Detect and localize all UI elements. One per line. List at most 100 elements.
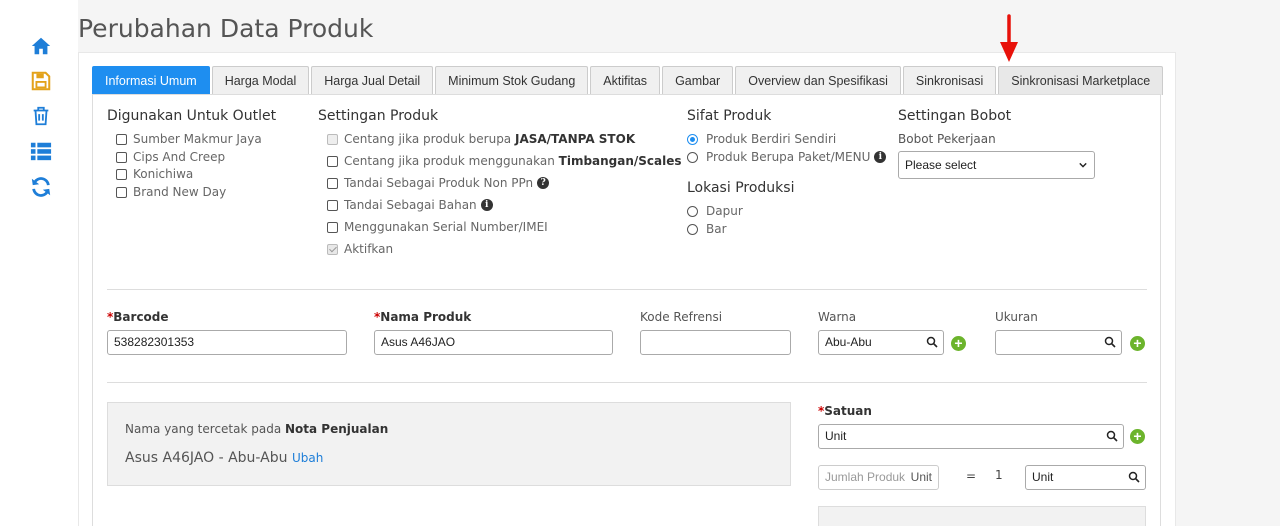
nota-bold: Nota Penjualan: [285, 422, 389, 436]
save-icon[interactable]: [30, 70, 52, 92]
tab-bar: Informasi Umum Harga Modal Harga Jual De…: [92, 66, 1165, 95]
tab-harga-jual-detail[interactable]: Harga Jual Detail: [311, 66, 434, 95]
info-icon[interactable]: i: [874, 151, 887, 163]
list-icon[interactable]: [30, 140, 52, 162]
tab-sinkronisasi[interactable]: Sinkronisasi: [902, 66, 997, 95]
radio[interactable]: [687, 223, 698, 235]
bobot-select[interactable]: Please select: [898, 151, 1095, 179]
sifat-option[interactable]: Produk Berdiri Sendiri: [687, 132, 836, 146]
tab-minimum-stok-gudang[interactable]: Minimum Stok Gudang: [435, 66, 589, 95]
conversion-value: 1: [995, 468, 1003, 482]
outlet-item[interactable]: Cips And Creep: [116, 150, 225, 164]
outlet-heading: Digunakan Untuk Outlet: [107, 108, 277, 124]
bahan-checkbox[interactable]: [327, 199, 338, 211]
radio[interactable]: [687, 205, 698, 217]
jasa-bold: JASA/TANPA STOK: [514, 132, 636, 146]
red-arrow-icon: [1000, 14, 1018, 62]
lokasi-heading: Lokasi Produksi: [687, 180, 795, 196]
ubah-link[interactable]: Ubah: [292, 451, 323, 465]
jumlah-produk-input[interactable]: Jumlah Produk Unit: [818, 465, 939, 490]
add-warna-button[interactable]: +: [951, 336, 966, 351]
sifat-option[interactable]: Produk Berupa Paket/MENU i: [687, 150, 887, 164]
kode-refrensi-label: Kode Refrensi: [640, 310, 723, 324]
outlet-item[interactable]: Brand New Day: [116, 185, 226, 199]
bobot-selected: Please select: [905, 158, 977, 172]
tab-overview-spesifikasi[interactable]: Overview dan Spesifikasi: [735, 66, 901, 95]
serial-checkbox[interactable]: [327, 221, 338, 233]
add-satuan-button[interactable]: +: [1130, 429, 1145, 444]
radio-selected[interactable]: [687, 133, 698, 145]
outlet-label: Sumber Makmur Jaya: [133, 132, 262, 146]
barcode-value: 538282301353: [114, 335, 195, 349]
lokasi-option[interactable]: Dapur: [687, 204, 743, 218]
jumlah-placeholder: Jumlah Produk: [825, 470, 906, 484]
nama-produk-value: Asus A46JAO: [381, 335, 456, 349]
ukuran-input[interactable]: [995, 330, 1122, 355]
tab-aktifitas[interactable]: Aktifitas: [590, 66, 661, 95]
checkbox[interactable]: [116, 151, 127, 163]
add-ukuran-button[interactable]: +: [1130, 336, 1145, 351]
bahan-option[interactable]: Tandai Sebagai Bahan i: [327, 198, 493, 212]
serial-label: Menggunakan Serial Number/IMEI: [344, 220, 548, 234]
help-icon[interactable]: ?: [537, 177, 550, 189]
search-icon[interactable]: [926, 336, 938, 348]
search-icon[interactable]: [1128, 471, 1140, 483]
info-icon[interactable]: i: [480, 199, 493, 211]
tab-sinkronisasi-marketplace[interactable]: Sinkronisasi Marketplace: [998, 66, 1164, 95]
kode-refrensi-input[interactable]: [640, 330, 791, 355]
target-unit-input[interactable]: Unit: [1025, 465, 1146, 490]
equals-sign: =: [966, 469, 977, 483]
tab-gambar[interactable]: Gambar: [662, 66, 734, 95]
outlet-item[interactable]: Konichiwa: [116, 167, 193, 181]
outlet-item[interactable]: Sumber Makmur Jaya: [116, 132, 262, 146]
trash-icon[interactable]: [30, 105, 52, 127]
jasa-checkbox[interactable]: [327, 133, 338, 145]
outlet-label: Konichiwa: [133, 167, 194, 181]
scale-label: Centang jika produk menggunakan: [344, 154, 559, 168]
nama-produk-input[interactable]: Asus A46JAO: [374, 330, 613, 355]
search-icon[interactable]: [1106, 430, 1118, 442]
non-ppn-checkbox[interactable]: [327, 177, 338, 189]
home-icon[interactable]: [30, 35, 52, 57]
lokasi-option[interactable]: Bar: [687, 222, 727, 236]
aktifkan-option[interactable]: Aktifkan: [327, 242, 393, 256]
nota-prefix: Nama yang tercetak pada: [125, 422, 285, 436]
sidebar: [0, 0, 78, 526]
scale-option[interactable]: Centang jika produk menggunakan Timbanga…: [327, 154, 682, 168]
warna-input[interactable]: Abu-Abu: [818, 330, 944, 355]
barcode-input[interactable]: 538282301353: [107, 330, 347, 355]
jasa-option[interactable]: Centang jika produk berupa JASA/TANPA ST…: [327, 132, 635, 146]
chevron-down-icon: [1079, 162, 1087, 168]
bahan-label: Tandai Sebagai Bahan: [344, 198, 477, 212]
satuan-label: Satuan: [818, 404, 872, 418]
nama-produk-label: Nama Produk: [374, 310, 471, 324]
scale-bold: Timbangan/Scales: [558, 154, 682, 168]
checkbox[interactable]: [116, 186, 127, 198]
checkbox[interactable]: [116, 133, 127, 145]
nota-value-row: Asus A46JAO - Abu-Abu Ubah: [125, 450, 323, 466]
satuan-value: Unit: [825, 429, 847, 443]
divider: [107, 382, 1147, 383]
bobot-heading: Settingan Bobot: [898, 108, 1012, 124]
satuan-input[interactable]: Unit: [818, 424, 1124, 449]
nota-caption: Nama yang tercetak pada Nota Penjualan: [125, 422, 388, 436]
tab-harga-modal[interactable]: Harga Modal: [211, 66, 310, 95]
aktifkan-checkbox[interactable]: [327, 243, 338, 255]
scale-checkbox[interactable]: [327, 155, 338, 167]
serial-option[interactable]: Menggunakan Serial Number/IMEI: [327, 220, 548, 234]
nota-value: Asus A46JAO - Abu-Abu: [125, 450, 288, 466]
checkbox[interactable]: [116, 168, 127, 180]
bobot-label: Bobot Pekerjaan: [898, 132, 996, 146]
refresh-icon[interactable]: [30, 176, 52, 198]
sifat-label: Produk Berupa Paket/MENU: [706, 150, 871, 164]
warna-value: Abu-Abu: [825, 335, 872, 349]
outlet-label: Brand New Day: [133, 185, 227, 199]
sifat-heading: Sifat Produk: [687, 108, 772, 124]
tab-informasi-umum[interactable]: Informasi Umum: [92, 66, 210, 95]
non-ppn-option[interactable]: Tandai Sebagai Produk Non PPn?: [327, 176, 550, 190]
radio[interactable]: [687, 151, 698, 163]
page-title: Perubahan Data Produk: [78, 14, 374, 43]
warna-label: Warna: [818, 310, 857, 324]
search-icon[interactable]: [1104, 336, 1116, 348]
lokasi-label: Bar: [706, 222, 727, 236]
